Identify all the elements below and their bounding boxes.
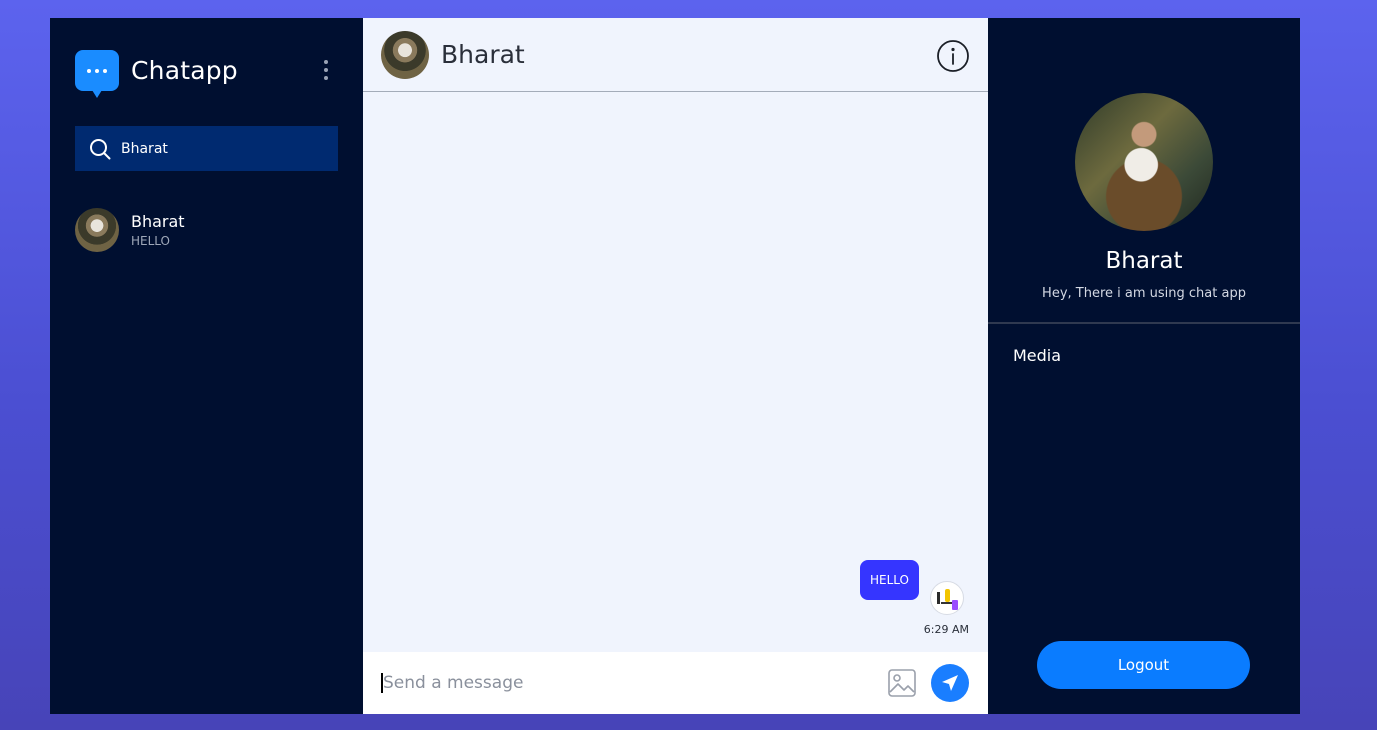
contact-name: Bharat (131, 212, 185, 231)
chat-avatar[interactable] (381, 30, 429, 79)
sender-avatar (930, 581, 964, 615)
chat-app: Chatapp Bharat HELLO Bharat (50, 18, 1300, 714)
message-input[interactable] (381, 673, 861, 693)
profile-avatar (1075, 93, 1213, 231)
chat-panel: Bharat HELLO 6:29 AM (363, 18, 988, 714)
send-icon (942, 675, 958, 691)
search-icon (90, 138, 111, 159)
chat-title: Bharat (441, 40, 525, 69)
message-list[interactable]: HELLO 6:29 AM (363, 93, 988, 652)
contact-item-bharat[interactable]: Bharat HELLO (75, 208, 185, 252)
media-heading: Media (1013, 346, 1062, 365)
search-input[interactable] (121, 140, 331, 157)
image-attach-icon[interactable] (887, 668, 917, 698)
profile-status: Hey, There i am using chat app (1042, 286, 1246, 301)
message-bubble: HELLO (860, 560, 919, 600)
search-box (75, 126, 338, 171)
contact-avatar (75, 208, 119, 252)
info-icon[interactable] (936, 39, 970, 73)
contact-last-message: HELLO (131, 234, 170, 248)
message-time: 6:29 AM (923, 623, 969, 636)
contact-text: Bharat HELLO (131, 211, 185, 249)
profile-name: Bharat (1105, 248, 1183, 274)
profile-panel: Bharat Hey, There i am using chat app Me… (988, 18, 1300, 714)
send-button[interactable] (931, 664, 969, 702)
chat-header: Bharat (363, 18, 988, 92)
chat-logo-icon (75, 50, 119, 98)
kebab-menu-icon[interactable] (322, 58, 330, 82)
logout-button[interactable]: Logout (1037, 641, 1250, 689)
app-name: Chatapp (131, 56, 238, 85)
contacts-sidebar: Chatapp Bharat HELLO (50, 18, 363, 714)
message-composer (363, 652, 988, 714)
divider (988, 322, 1300, 324)
brand: Chatapp (75, 50, 238, 98)
